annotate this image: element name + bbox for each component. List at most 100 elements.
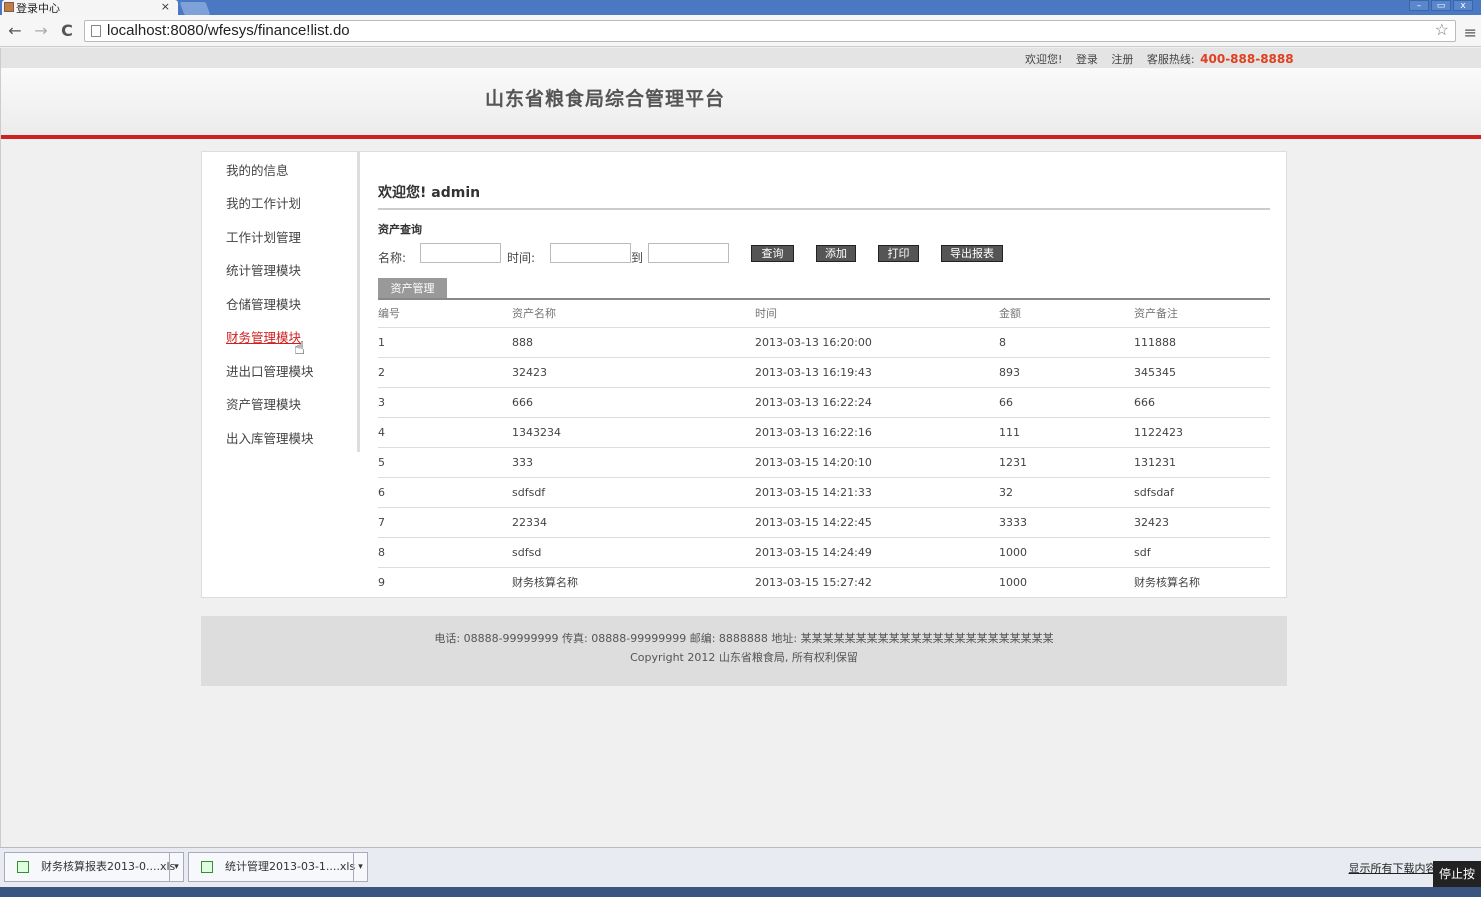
search-button[interactable]: 查询: [751, 245, 794, 262]
cell-time: 2013-03-13 16:19:43: [755, 366, 872, 379]
cell-id: 5: [378, 456, 385, 469]
name-label: 名称:: [378, 251, 407, 265]
sidebar-item-inbound-outbound[interactable]: 出入库管理模块: [226, 428, 314, 447]
sidebar: 我的的信息 我的工作计划 工作计划管理 统计管理模块 仓储管理模块 财务管理模块…: [202, 152, 360, 452]
site-title: 山东省粮食局综合管理平台: [485, 88, 726, 110]
column-header-time: 时间: [755, 307, 777, 320]
top-strip: 欢迎您! 登录 注册 客服热线: 400-888-8888: [1, 48, 1481, 68]
cell-name: 333: [512, 456, 533, 469]
browser-toolbar: ← → C localhost:8080/wfesys/finance!list…: [0, 15, 1481, 47]
cell-name: 财务核算名称: [512, 576, 578, 589]
sidebar-item-my-work-plan[interactable]: 我的工作计划: [226, 193, 301, 212]
content-area: 欢迎您! admin 资产查询 名称: 时间: 到 查询 添加 打印 导出报表 …: [378, 152, 1270, 598]
cell-amount: 1231: [999, 456, 1027, 469]
stop-button[interactable]: 停止按: [1433, 861, 1481, 887]
bookmark-star-icon[interactable]: ☆: [1435, 21, 1449, 41]
excel-file-icon: [201, 861, 213, 873]
cell-name: 22334: [512, 516, 547, 529]
cell-id: 8: [378, 546, 385, 559]
sidebar-item-my-info[interactable]: 我的的信息: [226, 160, 289, 179]
cell-remark: 111888: [1134, 336, 1176, 349]
column-header-id: 编号: [378, 307, 400, 320]
tab-title: 登录中心: [16, 1, 60, 15]
time-to-input[interactable]: [648, 243, 729, 263]
footer-contact: 电话: 08888-99999999 传真: 08888-99999999 邮编…: [434, 632, 1054, 645]
footer-copyright: Copyright 2012 山东省粮食局, 所有权利保留: [630, 651, 858, 664]
cell-amount: 66: [999, 396, 1013, 409]
header-divider: [1, 135, 1481, 139]
tab-asset-management[interactable]: 资产管理: [378, 278, 447, 299]
sidebar-item-import-export[interactable]: 进出口管理模块: [226, 361, 314, 380]
cell-id: 2: [378, 366, 385, 379]
sidebar-item-finance[interactable]: 财务管理模块: [226, 327, 301, 346]
cell-time: 2013-03-15 14:21:33: [755, 486, 872, 499]
url-text: localhost:8080/wfesys/finance!list.do: [107, 22, 350, 39]
download-filename: 统计管理2013-03-1....xls: [225, 860, 356, 873]
browser-tab-bar: 登录中心 × – ▭ x: [0, 0, 1481, 15]
window-controls: – ▭ x: [1409, 0, 1473, 11]
cell-time: 2013-03-13 16:22:16: [755, 426, 872, 439]
close-window-icon[interactable]: x: [1453, 0, 1473, 11]
name-input[interactable]: [420, 243, 501, 263]
table-row: 7 22334 2013-03-15 14:22:45 3333 32423: [378, 508, 1270, 538]
web-page: 欢迎您! 登录 注册 客服热线: 400-888-8888 山东省粮食局综合管理…: [0, 48, 1481, 847]
cell-remark: sdfsdaf: [1134, 486, 1174, 499]
hand-cursor-icon: ☝: [294, 338, 305, 359]
table-row: 9 财务核算名称 2013-03-15 15:27:42 1000 财务核算名称: [378, 568, 1270, 598]
cell-time: 2013-03-15 14:24:49: [755, 546, 872, 559]
table-row: 6 sdfsdf 2013-03-15 14:21:33 32 sdfsdaf: [378, 478, 1270, 508]
browser-menu-icon[interactable]: ≡: [1464, 23, 1477, 42]
print-button[interactable]: 打印: [878, 245, 919, 262]
welcome-divider: [378, 208, 1270, 210]
table-row: 5 333 2013-03-15 14:20:10 1231 131231: [378, 448, 1270, 478]
column-header-name: 资产名称: [512, 307, 556, 320]
excel-file-icon: [17, 861, 29, 873]
download-options-icon[interactable]: ▾: [169, 853, 183, 881]
downloads-bar: 财务核算报表2013-0....xls ▾ 统计管理2013-03-1....x…: [0, 847, 1481, 887]
time-from-input[interactable]: [550, 243, 631, 263]
cell-name: 666: [512, 396, 533, 409]
address-bar[interactable]: localhost:8080/wfesys/finance!list.do ☆: [84, 20, 1456, 42]
maximize-icon[interactable]: ▭: [1431, 0, 1451, 11]
page-icon: [91, 25, 101, 37]
download-item[interactable]: 财务核算报表2013-0....xls ▾: [4, 852, 184, 882]
sidebar-item-assets[interactable]: 资产管理模块: [226, 394, 301, 413]
sidebar-item-statistics[interactable]: 统计管理模块: [226, 260, 301, 279]
welcome-heading: 欢迎您! admin: [378, 185, 481, 201]
hotline-number: 400-888-8888: [1200, 52, 1294, 66]
asset-table: 编号 资产名称 时间 金额 资产备注 1 888 2013-03-13 16:2…: [378, 300, 1270, 598]
minimize-icon[interactable]: –: [1409, 0, 1429, 11]
table-row: 1 888 2013-03-13 16:20:00 8 111888: [378, 328, 1270, 358]
sidebar-item-work-plan-mgmt[interactable]: 工作计划管理: [226, 227, 301, 246]
sidebar-item-warehouse[interactable]: 仓储管理模块: [226, 294, 301, 313]
back-icon[interactable]: ←: [6, 21, 24, 40]
cell-amount: 111: [999, 426, 1020, 439]
cell-time: 2013-03-15 15:27:42: [755, 576, 872, 589]
browser-tab[interactable]: 登录中心 ×: [2, 0, 178, 15]
download-options-icon[interactable]: ▾: [353, 853, 367, 881]
cell-time: 2013-03-15 14:22:45: [755, 516, 872, 529]
column-header-remark: 资产备注: [1134, 307, 1178, 320]
hotline-label: 客服热线:: [1146, 53, 1195, 66]
new-tab-button[interactable]: [179, 2, 211, 15]
cell-id: 4: [378, 426, 385, 439]
cell-amount: 3333: [999, 516, 1027, 529]
site-header: 山东省粮食局综合管理平台: [1, 68, 1481, 135]
forward-icon[interactable]: →: [32, 21, 50, 40]
add-button[interactable]: 添加: [816, 245, 856, 262]
cell-name: 888: [512, 336, 533, 349]
to-label: 到: [631, 251, 644, 265]
page-footer: 电话: 08888-99999999 传真: 08888-99999999 邮编…: [201, 616, 1287, 686]
table-row: 2 32423 2013-03-13 16:19:43 893 345345: [378, 358, 1270, 388]
download-item[interactable]: 统计管理2013-03-1....xls ▾: [188, 852, 368, 882]
register-link[interactable]: 注册: [1111, 53, 1133, 66]
table-row: 4 1343234 2013-03-13 16:22:16 111 112242…: [378, 418, 1270, 448]
cell-remark: sdf: [1134, 546, 1151, 559]
export-report-button[interactable]: 导出报表: [941, 245, 1003, 262]
tab-close-icon[interactable]: ×: [161, 0, 170, 13]
cell-time: 2013-03-13 16:20:00: [755, 336, 872, 349]
login-link[interactable]: 登录: [1076, 53, 1098, 66]
cell-remark: 1122423: [1134, 426, 1183, 439]
reload-icon[interactable]: C: [58, 21, 76, 40]
table-row: 3 666 2013-03-13 16:22:24 66 666: [378, 388, 1270, 418]
